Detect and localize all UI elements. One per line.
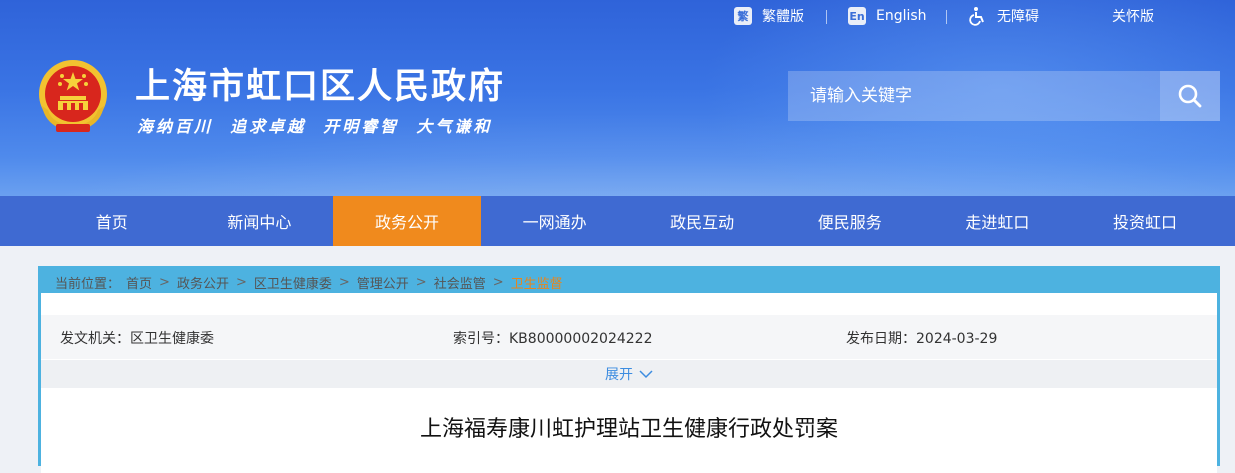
divider (826, 10, 827, 24)
search-icon (1178, 84, 1202, 108)
search-input[interactable] (788, 71, 1160, 121)
accessibility-link[interactable]: 无障碍 (967, 4, 1039, 28)
search-bar (788, 71, 1220, 121)
breadcrumb-gov-affairs[interactable]: 政务公开 (177, 273, 229, 292)
chevron-down-icon (639, 370, 653, 379)
article-content: 发文机关：区卫生健康委 索引号：KB80000002024222 发布日期：20… (41, 293, 1217, 473)
traditional-chinese-link[interactable]: 繁 繁體版 (734, 4, 804, 28)
nav-item-about[interactable]: 走进虹口 (924, 196, 1072, 246)
breadcrumb-separator: > (415, 274, 427, 290)
traditional-label: 繁體版 (762, 9, 804, 25)
breadcrumb-separator: > (338, 274, 350, 290)
nav-item-gov-affairs[interactable]: 政务公开 (333, 196, 481, 246)
care-version-link[interactable]: 关怀版 (1112, 4, 1154, 28)
english-label: English (876, 8, 927, 24)
nav-item-news[interactable]: 新闻中心 (186, 196, 334, 246)
breadcrumb-current[interactable]: 卫生监督 (511, 273, 563, 292)
breadcrumb-separator: > (235, 274, 247, 290)
document-meta: 发文机关：区卫生健康委 索引号：KB80000002024222 发布日期：20… (41, 315, 1217, 359)
site-slogan: 海纳百川 追求卓越 开明睿智 大气谦和 (137, 117, 493, 136)
content-panel: 当前位置： 首页 > 政务公开 > 区卫生健康委 > 管理公开 > 社会监管 >… (38, 266, 1220, 473)
traditional-icon: 繁 (734, 7, 752, 25)
breadcrumb-prefix: 当前位置： (55, 276, 121, 292)
document-title: 上海福寿康川虹护理站卫生健康行政处罚案 (419, 417, 838, 442)
main-nav: 首页 新闻中心 政务公开 一网通办 政民互动 便民服务 走进虹口 投资虹口 (0, 196, 1235, 246)
accessibility-label: 无障碍 (997, 9, 1039, 25)
meta-index: 索引号：KB80000002024222 (453, 331, 653, 347)
accessibility-icon (969, 7, 984, 26)
top-utility-bar: 繁 繁體版 En English 无障碍 关怀版 (0, 4, 1235, 30)
search-button[interactable] (1160, 71, 1220, 121)
site-header: 繁 繁體版 En English 无障碍 关怀版 上海市虹口区人民政府 海纳百川… (0, 0, 1235, 196)
care-label: 关怀版 (1112, 9, 1154, 25)
nav-item-online-service[interactable]: 一网通办 (481, 196, 629, 246)
breadcrumb-health-committee[interactable]: 区卫生健康委 (254, 273, 332, 292)
meta-date: 发布日期：2024-03-29 (846, 331, 998, 347)
expand-toggle[interactable]: 展开 (41, 360, 1217, 388)
divider (946, 10, 947, 24)
expand-label: 展开 (605, 367, 633, 383)
nav-item-interaction[interactable]: 政民互动 (628, 196, 776, 246)
nav-item-invest[interactable]: 投资虹口 (1071, 196, 1219, 246)
breadcrumb-management[interactable]: 管理公开 (357, 273, 409, 292)
site-title: 上海市虹口区人民政府 (135, 67, 506, 107)
nav-item-home[interactable]: 首页 (38, 196, 186, 246)
english-link[interactable]: En English (848, 4, 927, 28)
breadcrumb: 当前位置： 首页 > 政务公开 > 区卫生健康委 > 管理公开 > 社会监管 >… (55, 272, 563, 292)
meta-issuer: 发文机关：区卫生健康委 (60, 331, 214, 347)
national-emblem-icon (39, 60, 107, 132)
breadcrumb-separator: > (159, 274, 170, 290)
breadcrumb-supervision[interactable]: 社会监管 (434, 273, 486, 292)
nav-item-public-service[interactable]: 便民服务 (776, 196, 924, 246)
english-icon: En (848, 7, 866, 25)
breadcrumb-separator: > (492, 274, 504, 290)
breadcrumb-home[interactable]: 首页 (126, 273, 152, 292)
